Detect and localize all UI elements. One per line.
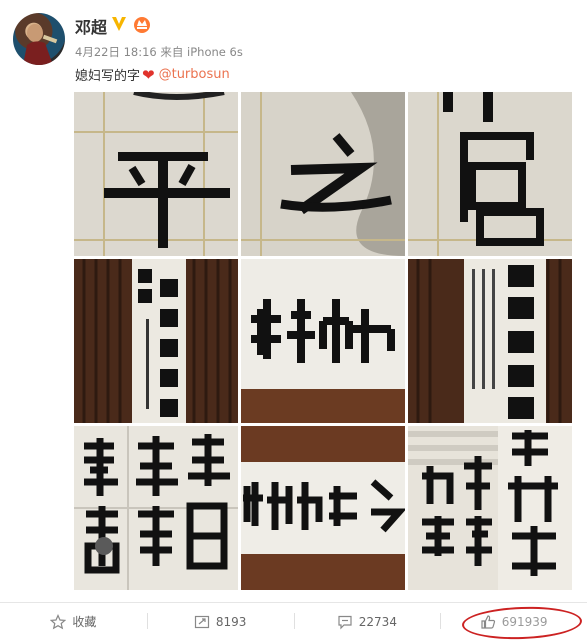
post-text: 媳妇写的字 ❤ @turbosun bbox=[75, 65, 230, 85]
repost-count: 8193 bbox=[215, 614, 247, 629]
repost-icon bbox=[194, 615, 209, 628]
avatar[interactable] bbox=[13, 13, 65, 65]
image-thumb[interactable] bbox=[408, 259, 572, 423]
post-meta: 4月22日 18:16 来自 iPhone 6s bbox=[75, 45, 243, 59]
comment-count: 22734 bbox=[358, 614, 397, 629]
image-grid: 平 bbox=[74, 92, 574, 590]
image-thumb[interactable] bbox=[241, 259, 405, 423]
comment-icon bbox=[338, 615, 352, 629]
image-thumb[interactable] bbox=[408, 426, 572, 590]
username[interactable]: 邓超 bbox=[75, 14, 107, 38]
image-thumb[interactable] bbox=[241, 92, 405, 256]
image-thumb[interactable] bbox=[74, 259, 238, 423]
member-crown-icon[interactable] bbox=[132, 14, 152, 34]
image-thumb[interactable] bbox=[241, 426, 405, 590]
star-icon bbox=[50, 613, 67, 629]
image-thumb[interactable] bbox=[74, 426, 238, 590]
heart-icon: ❤ bbox=[142, 65, 155, 84]
favorite-button[interactable]: 收藏 bbox=[0, 603, 147, 640]
image-thumb[interactable] bbox=[408, 92, 572, 256]
favorite-label: 收藏 bbox=[72, 615, 97, 629]
repost-button[interactable]: 8193 bbox=[146, 603, 294, 640]
verified-v-icon bbox=[112, 17, 126, 31]
image-thumb[interactable]: 平 bbox=[74, 92, 238, 256]
mention-link[interactable]: @turbosun bbox=[159, 67, 230, 82]
post-body: 媳妇写的字 bbox=[75, 69, 141, 84]
comment-button[interactable]: 22734 bbox=[293, 603, 441, 640]
